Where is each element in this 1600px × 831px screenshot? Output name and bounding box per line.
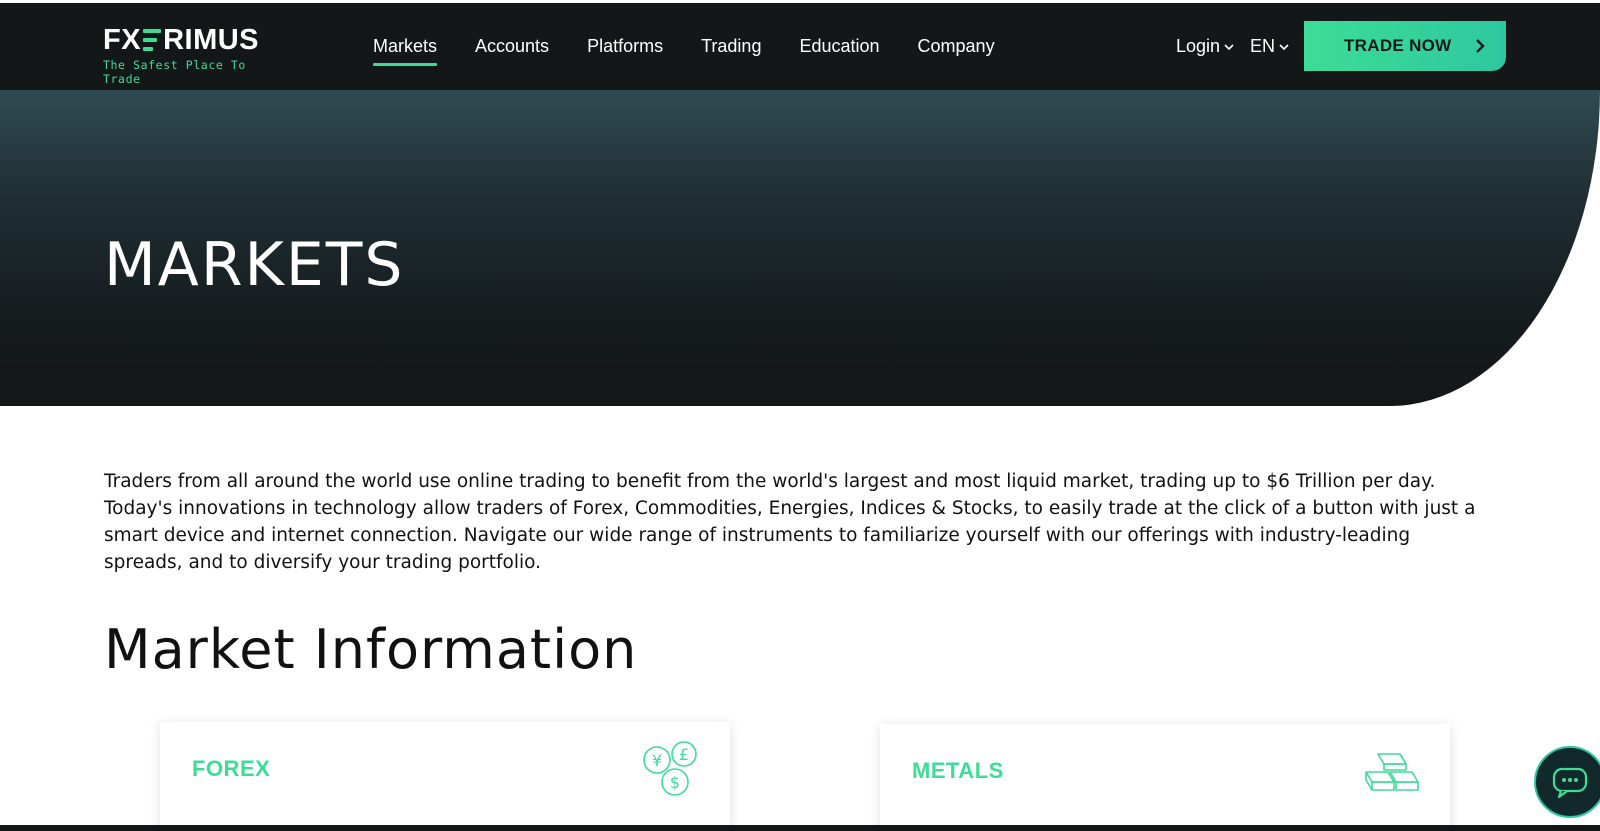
language-dropdown[interactable]: EN <box>1250 3 1289 90</box>
site-header: FX RIMUS The Safest Place To Trade Marke… <box>0 3 1600 90</box>
chevron-right-icon <box>1476 39 1485 53</box>
nav-item-company[interactable]: Company <box>918 3 995 90</box>
trade-now-button[interactable]: TRADE NOW <box>1304 21 1506 71</box>
trade-now-label: TRADE NOW <box>1344 36 1452 55</box>
logo-text-right: RIMUS <box>163 24 260 56</box>
bottom-edge <box>0 825 1600 831</box>
gold-bars-icon <box>1365 753 1419 791</box>
nav-item-platforms[interactable]: Platforms <box>587 3 663 90</box>
currency-coins-icon: ¥ £ $ <box>643 741 697 796</box>
svg-text:£: £ <box>679 745 689 764</box>
market-information-heading: Market Information <box>104 618 638 681</box>
logo-wordmark: FX RIMUS <box>103 25 273 55</box>
language-label: EN <box>1250 36 1276 56</box>
market-card-forex[interactable]: FOREX ¥ £ $ <box>160 722 730 831</box>
logo-bars-icon <box>143 29 162 51</box>
brand-logo[interactable]: FX RIMUS The Safest Place To Trade <box>103 25 273 86</box>
chevron-down-icon <box>1279 43 1289 50</box>
brand-tagline: The Safest Place To Trade <box>103 58 246 86</box>
nav-item-markets[interactable]: Markets <box>373 3 438 90</box>
market-card-title: METALS <box>912 758 1004 783</box>
svg-text:$: $ <box>670 773 680 792</box>
market-card-metals[interactable]: METALS <box>880 724 1450 831</box>
login-label: Login <box>1176 36 1221 56</box>
chat-button[interactable] <box>1534 746 1600 818</box>
page-title: MARKETS <box>104 230 405 300</box>
intro-paragraph: Traders from all around the world use on… <box>104 471 1476 573</box>
hero-banner: MARKETS <box>0 90 1600 406</box>
chevron-down-icon <box>1224 43 1234 50</box>
login-dropdown[interactable]: Login <box>1176 3 1234 90</box>
chat-bubble-icon <box>1552 767 1588 798</box>
nav-item-trading[interactable]: Trading <box>701 3 761 90</box>
logo-text-left: FX <box>103 24 142 56</box>
nav-item-accounts[interactable]: Accounts <box>475 3 549 90</box>
main-nav: Markets Accounts Platforms Trading Educa… <box>373 3 1033 90</box>
nav-item-education[interactable]: Education <box>799 3 879 90</box>
svg-text:¥: ¥ <box>652 751 662 770</box>
market-card-title: FOREX <box>192 756 271 781</box>
